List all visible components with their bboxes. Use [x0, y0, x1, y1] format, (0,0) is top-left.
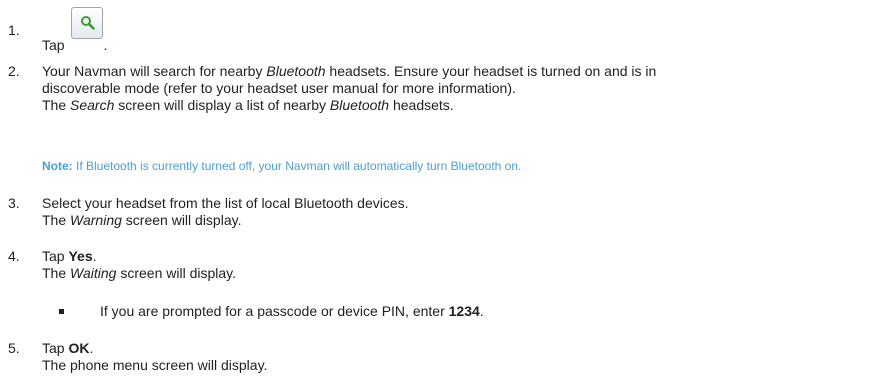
step-3-line-2: The Warning screen will display.: [42, 212, 242, 228]
step-text: Tap OK. The phone menu screen will displ…: [42, 340, 267, 374]
step-2-line-3: The Search screen will display a list of…: [42, 97, 454, 113]
step-number: 4.: [8, 248, 20, 264]
step-5-line-1: Tap OK.: [42, 340, 94, 356]
bullet-text: If you are prompted for a passcode or de…: [100, 303, 484, 319]
step-2-line-2: discoverable mode (refer to your headset…: [42, 80, 516, 96]
note-label: Note:: [42, 159, 73, 173]
step-number: 2.: [8, 63, 20, 79]
step-text: Select your headset from the list of loc…: [42, 195, 409, 229]
step-number: 3.: [8, 195, 20, 211]
step-5: 5. Tap OK. The phone menu screen will di…: [0, 340, 878, 380]
step-text: Tap Yes. The Waiting screen will display…: [42, 248, 236, 282]
note: Note: If Bluetooth is currently turned o…: [42, 159, 521, 173]
step-text: Your Navman will search for nearby Bluet…: [42, 63, 656, 114]
step-1-period: .: [103, 37, 108, 53]
search-button[interactable]: [71, 7, 104, 39]
note-text: If Bluetooth is currently turned off, yo…: [72, 159, 522, 173]
step-4: 4. Tap Yes. The Waiting screen will disp…: [0, 248, 878, 288]
step-4-line-2: The Waiting screen will display.: [42, 265, 237, 281]
step-4-line-1: Tap Yes.: [42, 248, 97, 264]
step-3: 3. Select your headset from the list of …: [0, 195, 878, 235]
step-text: Tap .: [42, 7, 108, 54]
step-number: 5.: [8, 340, 20, 356]
step-5-line-2: The phone menu screen will display.: [42, 357, 268, 373]
search-icon: [81, 16, 96, 30]
step-number: 1.: [8, 22, 20, 38]
step-2: 2. Your Navman will search for nearby Bl…: [0, 63, 878, 123]
step-2-line-1: Your Navman will search for nearby Bluet…: [42, 63, 657, 79]
tap-label: Tap: [42, 37, 65, 53]
bullet-marker: [59, 309, 64, 314]
step-3-line-1: Select your headset from the list of loc…: [42, 195, 409, 211]
step-1: 1. Tap .: [0, 4, 878, 53]
